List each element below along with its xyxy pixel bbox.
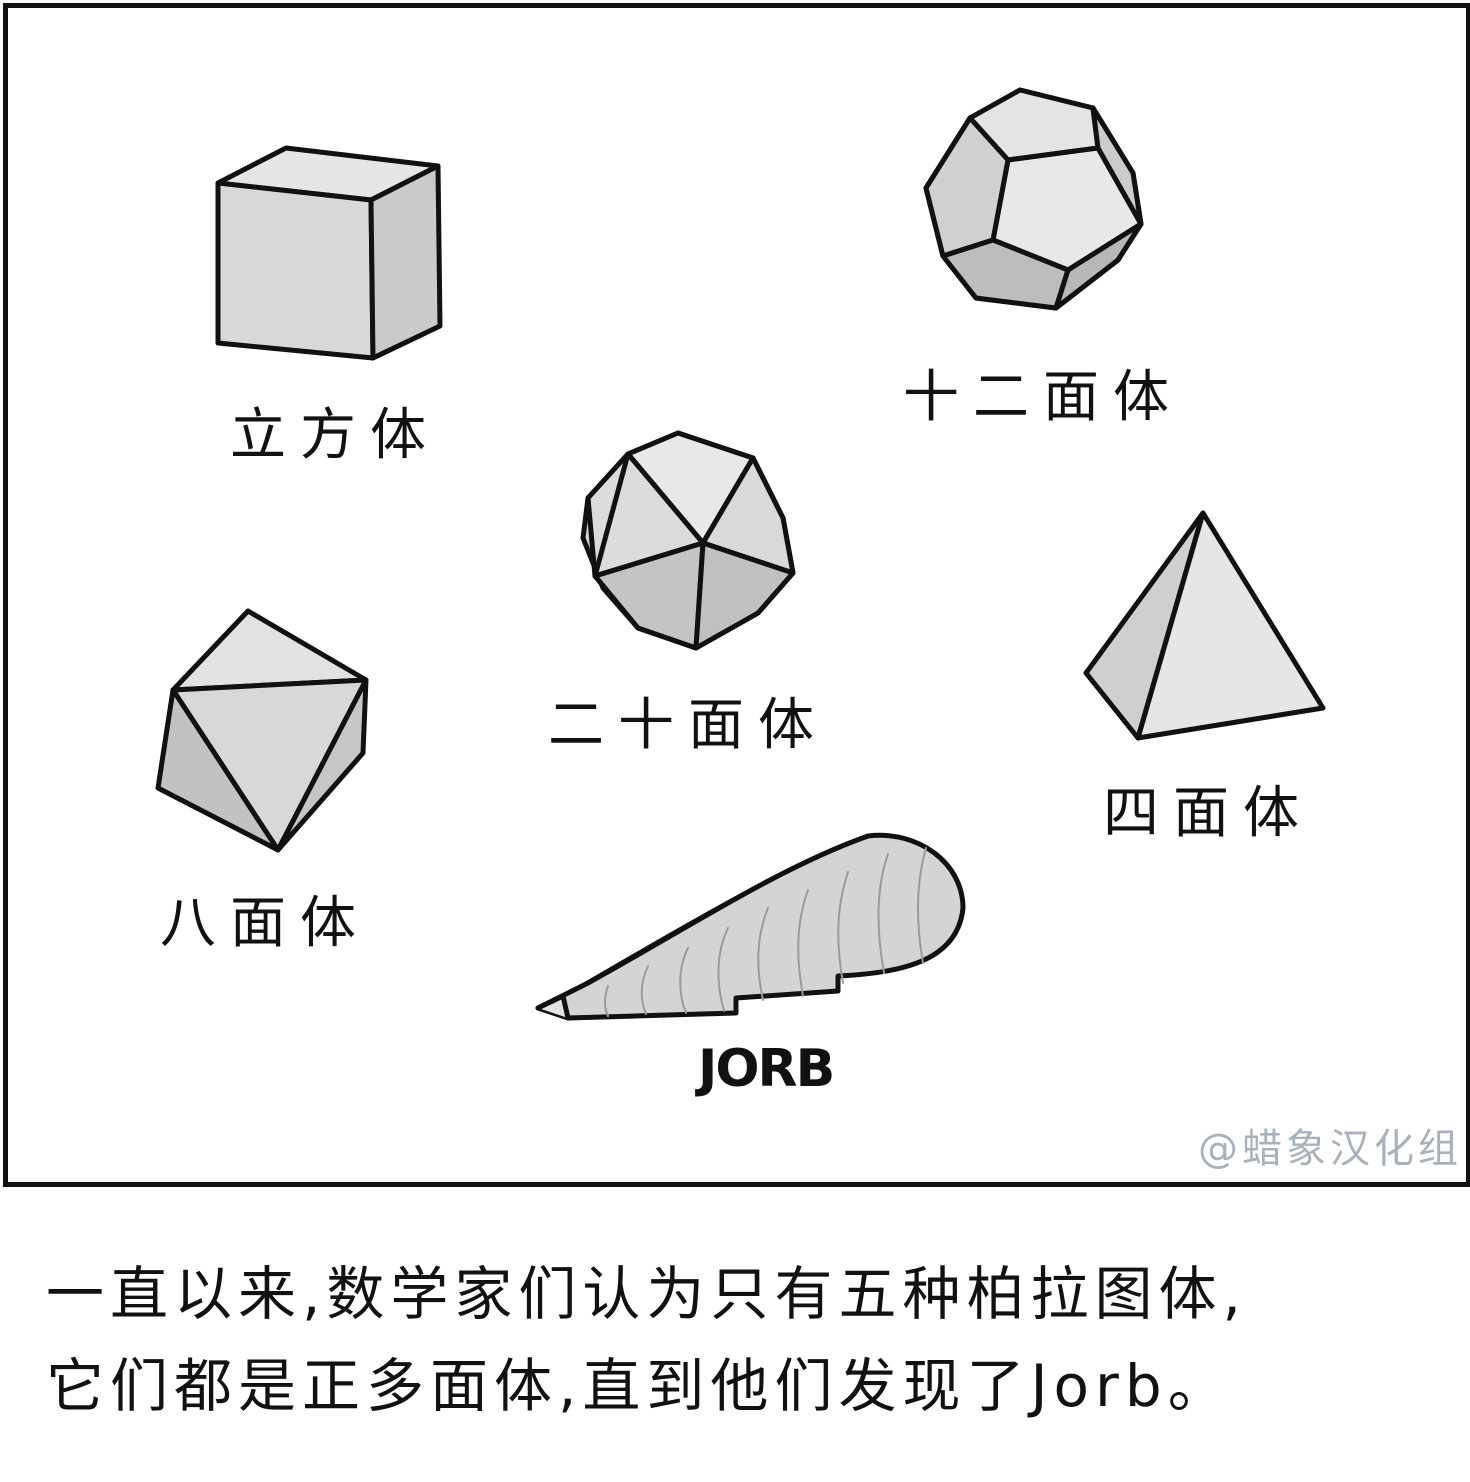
- octahedron-label: 八面体: [160, 891, 370, 956]
- jorb-drawing: [535, 832, 966, 1021]
- icosahedron-drawing: [580, 430, 796, 651]
- solids-illustration: [155, 87, 1326, 1021]
- jorb-label: JORB: [698, 1039, 835, 1099]
- caption-line-1: 一直以来,数学家们认为只有五种柏拉图体,: [46, 1260, 1247, 1328]
- caption: 一直以来,数学家们认为只有五种柏拉图体, 它们都是正多面体,直到他们发现了Jor…: [46, 1248, 1446, 1432]
- dodecahedron-label: 十二面体: [903, 365, 1183, 430]
- tetrahedron-drawing: [1083, 510, 1326, 741]
- icosahedron-label: 二十面体: [548, 693, 828, 758]
- cube-drawing: [215, 145, 443, 361]
- caption-line-2: 它们都是正多面体,直到他们发现了Jorb。: [46, 1352, 1232, 1420]
- dodecahedron-drawing: [923, 87, 1144, 311]
- tetrahedron-label: 四面体: [1103, 781, 1313, 846]
- octahedron-drawing: [155, 608, 369, 853]
- cube-label: 立方体: [230, 403, 440, 468]
- watermark: @蜡象汉化组: [1198, 1126, 1462, 1172]
- comic-panel: 立方体 十二面体 二十面体 四面体 八面体 JORB @蜡象汉化组: [3, 3, 1470, 1187]
